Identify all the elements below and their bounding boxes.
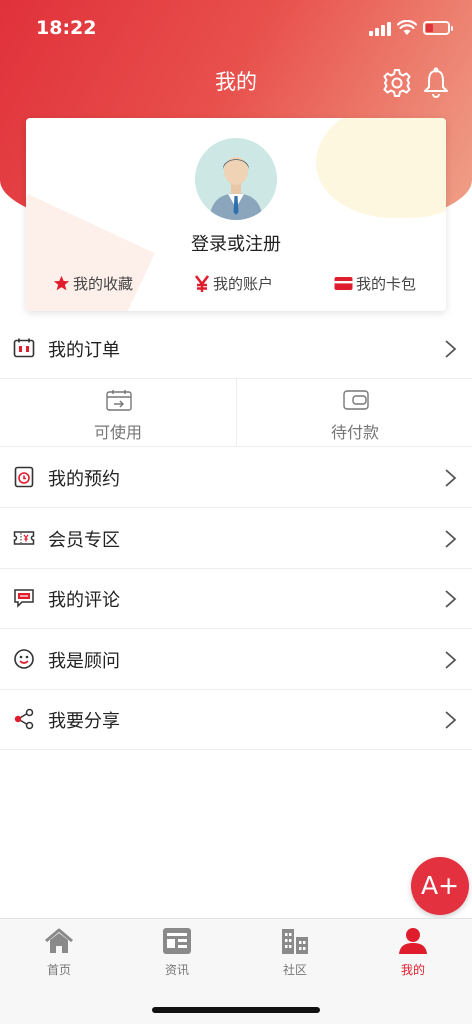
menu-label: 会员专区	[48, 530, 120, 551]
menu-item-comments[interactable]: 我的评论	[0, 568, 472, 629]
profile-card: 登录或注册 我的收藏 我的账户 我的卡包	[26, 118, 446, 311]
order-status-row: 可使用 待付款	[0, 379, 472, 447]
tab-community[interactable]: 社区	[255, 927, 335, 978]
bell-icon[interactable]	[420, 67, 452, 99]
account-label: 我的账户	[213, 275, 274, 293]
user-icon	[399, 928, 427, 954]
tab-mine[interactable]: 我的	[373, 927, 453, 978]
menu-item-advisor[interactable]: 我是顾问	[0, 629, 472, 690]
comment-icon	[14, 589, 34, 608]
menu-item-share[interactable]: 我要分享	[0, 689, 472, 750]
star-icon	[53, 275, 70, 291]
menu-item-orders[interactable]: 我的订单	[0, 318, 472, 379]
calendar-icon	[13, 338, 35, 358]
chevron-right-icon	[445, 590, 457, 608]
account-link[interactable]: 我的账户	[194, 273, 273, 294]
chevron-right-icon	[445, 469, 457, 487]
calendar-icon	[106, 390, 132, 411]
clock-icon	[14, 466, 34, 488]
share-icon	[14, 708, 34, 730]
order-pending-label: 待付款	[330, 423, 379, 442]
ticket-icon	[13, 531, 35, 545]
card-icon	[334, 277, 353, 290]
order-pending-payment[interactable]: 待付款	[236, 379, 472, 447]
menu-label: 我的评论	[48, 590, 120, 611]
card-decoration	[316, 118, 446, 218]
favorites-link[interactable]: 我的收藏	[53, 273, 133, 294]
wifi-icon	[397, 20, 417, 35]
font-size-button[interactable]: A+	[411, 857, 469, 915]
news-icon	[163, 928, 191, 954]
home-icon	[45, 928, 73, 953]
menu-item-membership[interactable]: 会员专区	[0, 508, 472, 569]
login-register-link[interactable]: 登录或注册	[26, 230, 446, 256]
tab-home[interactable]: 首页	[19, 927, 99, 978]
chevron-right-icon	[445, 530, 457, 548]
wallet-icon	[343, 390, 369, 410]
signal-icon	[369, 22, 391, 36]
chevron-right-icon	[445, 340, 457, 358]
chevron-right-icon	[445, 651, 457, 669]
status-time: 18:22	[36, 17, 97, 39]
menu-label: 我是顾问	[48, 651, 120, 672]
home-indicator	[152, 1007, 320, 1013]
order-usable-label: 可使用	[93, 423, 142, 442]
tab-label: 社区	[282, 963, 307, 977]
battery-icon	[423, 21, 453, 35]
tab-label: 资讯	[164, 963, 189, 977]
tab-label: 我的	[400, 963, 425, 977]
buildings-icon	[282, 929, 308, 954]
menu-label: 我要分享	[48, 711, 120, 732]
menu-label: 我的订单	[48, 340, 120, 361]
chevron-right-icon	[445, 711, 457, 729]
avatar[interactable]	[195, 138, 277, 220]
tab-label: 首页	[46, 963, 71, 977]
card-wallet-label: 我的卡包	[356, 275, 417, 293]
menu-item-appointments[interactable]: 我的预约	[0, 447, 472, 508]
smile-icon	[14, 649, 34, 669]
menu-label: 我的预约	[48, 469, 120, 490]
yen-icon	[194, 274, 210, 292]
favorites-label: 我的收藏	[73, 275, 134, 293]
card-wallet-link[interactable]: 我的卡包	[334, 273, 416, 294]
order-usable[interactable]: 可使用	[0, 379, 236, 447]
gear-icon[interactable]	[381, 67, 413, 99]
status-bar: 18:22	[0, 0, 472, 58]
tab-news[interactable]: 资讯	[137, 927, 217, 978]
user-avatar-icon	[209, 157, 263, 220]
